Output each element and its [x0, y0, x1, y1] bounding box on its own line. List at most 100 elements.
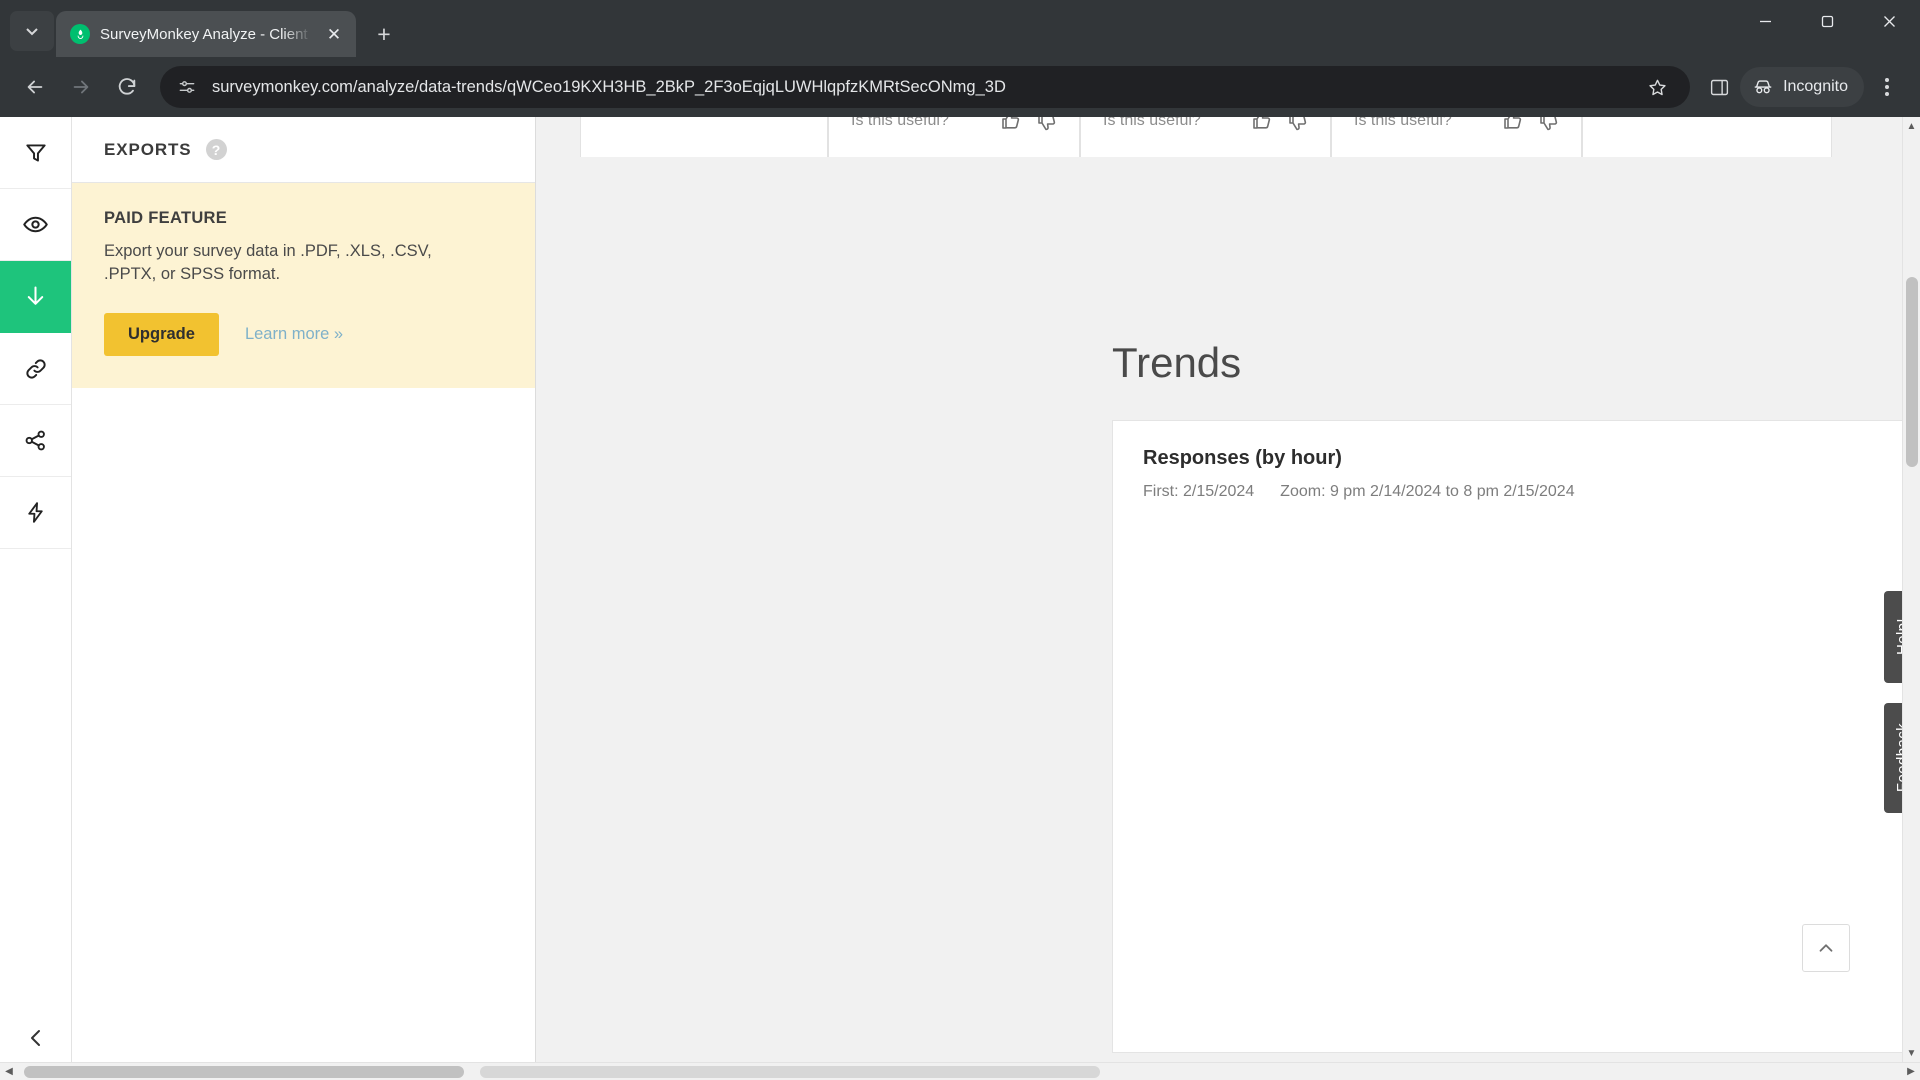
- exports-panel: EXPORTS ? PAID FEATURE Export your surve…: [72, 117, 536, 1080]
- useful-thumbs: [1501, 117, 1561, 133]
- side-panel-button[interactable]: [1702, 70, 1736, 104]
- sidebar-item-exports[interactable]: [0, 261, 71, 333]
- funnel-icon: [25, 143, 46, 162]
- horizontal-scrollbar[interactable]: ◀ ▶: [0, 1062, 1920, 1080]
- chevron-down-icon: [26, 28, 38, 36]
- vertical-scroll-thumb[interactable]: [1906, 277, 1918, 467]
- chart-card-header: Responses (by hour) First: 2/15/2024 Zoo…: [1113, 421, 1920, 501]
- chart-subtitle: First: 2/15/2024 Zoom: 9 pm 2/14/2024 to…: [1143, 483, 1920, 501]
- browser-tab[interactable]: SurveyMonkey Analyze - Client ✕: [56, 11, 356, 57]
- panel-title: EXPORTS: [104, 139, 192, 159]
- sidebar-item-filter[interactable]: [0, 117, 71, 189]
- scroll-to-top-button[interactable]: [1802, 924, 1850, 972]
- thumbs-up-icon[interactable]: [1250, 117, 1274, 133]
- thumbs-down-icon[interactable]: [1035, 117, 1059, 133]
- tab-strip: SurveyMonkey Analyze - Client ✕ +: [0, 0, 1920, 57]
- paid-feature-description: Export your survey data in .PDF, .XLS, .…: [104, 242, 432, 284]
- link-icon: [25, 358, 46, 379]
- forward-arrow-icon: [73, 80, 89, 94]
- tab-title: SurveyMonkey Analyze - Client: [100, 25, 308, 43]
- question-mark-icon[interactable]: ?: [205, 139, 227, 160]
- three-dot-menu-icon: [1885, 78, 1889, 82]
- omnibox-actions: [1640, 70, 1674, 104]
- address-bar[interactable]: surveymonkey.com/analyze/data-trends/qWC…: [160, 66, 1691, 108]
- url-text: surveymonkey.com/analyze/data-trends/qWC…: [212, 77, 1006, 96]
- chart-title: Responses (by hour): [1143, 447, 1342, 469]
- sidebar-item-integrations[interactable]: [0, 477, 71, 549]
- chart-zoom-range: Zoom: 9 pm 2/14/2024 to 8 pm 2/15/2024: [1280, 483, 1575, 500]
- reload-icon: [118, 78, 136, 95]
- chevron-up-icon: [1819, 944, 1833, 952]
- paid-feature-actions: Upgrade Learn more »: [104, 312, 505, 356]
- thumbs-up-icon[interactable]: [999, 117, 1023, 133]
- horizontal-scroll-track-segment[interactable]: [480, 1066, 1100, 1078]
- reload-button[interactable]: [106, 66, 148, 108]
- sidebar-item-share[interactable]: [0, 405, 71, 477]
- incognito-hat-icon: [1754, 80, 1772, 94]
- minimize-icon: [1759, 20, 1771, 22]
- useful-thumbs: [999, 117, 1059, 133]
- star-icon[interactable]: [1640, 70, 1674, 104]
- incognito-label: Incognito: [1783, 78, 1848, 95]
- horizontal-scroll-thumb[interactable]: [24, 1066, 464, 1078]
- chevron-left-icon: [30, 1030, 40, 1046]
- window-close-icon: [1883, 15, 1895, 27]
- browser-window: SurveyMonkey Analyze - Client ✕ + survey…: [0, 0, 1920, 1080]
- new-tab-button[interactable]: +: [366, 16, 402, 52]
- thumbs-down-icon[interactable]: [1537, 117, 1561, 133]
- sidebar-item-preview[interactable]: [0, 189, 71, 261]
- incognito-indicator[interactable]: Incognito: [1740, 67, 1864, 107]
- useful-question: Is this useful?: [1354, 117, 1452, 129]
- scroll-up-arrow[interactable]: ▲: [1903, 117, 1920, 135]
- page-title: Trends: [1112, 339, 1242, 386]
- thumbs-down-icon[interactable]: [1286, 117, 1310, 133]
- trends-chart-card: Responses (by hour) First: 2/15/2024 Zoo…: [1112, 420, 1920, 1053]
- useful-card-blank-right: [1582, 117, 1832, 157]
- useful-card: Is this useful?: [1080, 117, 1331, 157]
- useful-card: Is this useful?: [1331, 117, 1582, 157]
- useful-question: Is this useful?: [1103, 117, 1201, 129]
- useful-question: Is this useful?: [851, 117, 949, 129]
- eye-icon: [23, 216, 48, 233]
- learn-more-link[interactable]: Learn more »: [245, 325, 343, 344]
- close-icon[interactable]: ✕: [322, 22, 346, 46]
- maximize-icon: [1821, 15, 1833, 27]
- page-viewport: EXPORTS ? PAID FEATURE Export your surve…: [0, 117, 1920, 1080]
- surveymonkey-logo-icon: [70, 24, 90, 44]
- browser-menu-button[interactable]: [1868, 68, 1906, 106]
- plus-icon: +: [377, 20, 391, 47]
- useful-card: Is this useful?: [828, 117, 1080, 157]
- collapse-sidebar-button[interactable]: [0, 1008, 71, 1068]
- scroll-down-arrow[interactable]: ▼: [1903, 1044, 1920, 1062]
- thumbs-up-icon[interactable]: [1501, 117, 1525, 133]
- window-controls: [1734, 0, 1920, 57]
- forward-button[interactable]: [60, 66, 102, 108]
- share-nodes-icon: [25, 430, 45, 451]
- upgrade-button[interactable]: Upgrade: [104, 312, 219, 356]
- useful-card-blank-left: [580, 117, 829, 157]
- useful-thumbs: [1250, 117, 1310, 133]
- is-this-useful-strip: Is this useful? Is this useful? Is this …: [580, 117, 1832, 157]
- minimize-button[interactable]: [1734, 0, 1796, 42]
- scroll-right-arrow[interactable]: ▶: [1902, 1066, 1920, 1077]
- window-close-button[interactable]: [1858, 0, 1920, 42]
- paid-feature-label: PAID FEATURE: [104, 209, 228, 227]
- exports-panel-header: EXPORTS ?: [72, 117, 535, 183]
- chart-plot-area: 1 0 8 pm 2/15/2024: [1113, 527, 1920, 1027]
- sidebar-item-share-link[interactable]: [0, 333, 71, 405]
- chart-first-date: First: 2/15/2024: [1143, 483, 1255, 500]
- paid-feature-card: PAID FEATURE Export your survey data in …: [72, 183, 535, 388]
- maximize-button[interactable]: [1796, 0, 1858, 42]
- back-arrow-icon: [27, 80, 43, 94]
- side-panel-icon: [1710, 79, 1728, 95]
- lightning-bolt-icon: [28, 502, 43, 523]
- site-settings-icon[interactable]: [176, 76, 198, 98]
- download-arrow-icon: [27, 286, 44, 305]
- left-icon-rail: [0, 117, 72, 1080]
- back-button[interactable]: [14, 66, 56, 108]
- scroll-left-arrow[interactable]: ◀: [0, 1066, 18, 1077]
- main-content: Is this useful? Is this useful? Is this …: [536, 117, 1920, 1080]
- tab-search-button[interactable]: [10, 11, 54, 51]
- vertical-scrollbar[interactable]: ▲ ▼: [1902, 117, 1920, 1080]
- browser-toolbar: surveymonkey.com/analyze/data-trends/qWC…: [0, 57, 1920, 117]
